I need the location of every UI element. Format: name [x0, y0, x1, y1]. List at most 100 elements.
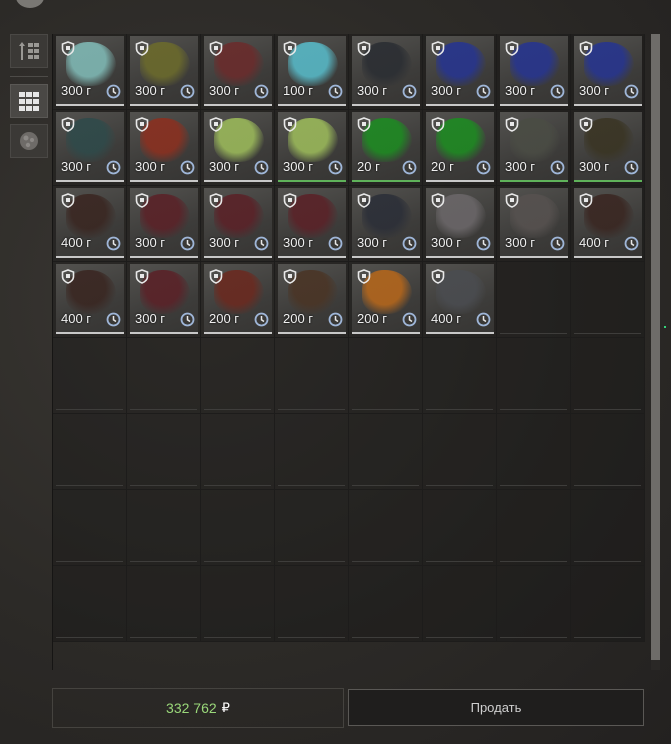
inventory-slot[interactable]	[571, 490, 645, 566]
inventory-item[interactable]: 20 г	[352, 112, 420, 182]
inventory-slot[interactable]	[349, 338, 423, 414]
grid-view-button[interactable]	[10, 84, 48, 118]
inventory-item[interactable]: 300 г	[130, 112, 198, 182]
inventory-slot[interactable]: 300 г	[275, 110, 349, 186]
inventory-item[interactable]: 400 г	[56, 188, 124, 258]
inventory-slot[interactable]: 300 г	[201, 34, 275, 110]
inventory-slot[interactable]: 400 г	[53, 186, 127, 262]
inventory-item[interactable]: 300 г	[574, 36, 642, 106]
inventory-slot[interactable]	[275, 566, 349, 642]
inventory-slot[interactable]	[349, 566, 423, 642]
inventory-item[interactable]: 200 г	[352, 264, 420, 334]
inventory-item[interactable]: 300 г	[204, 188, 272, 258]
sort-button[interactable]	[10, 34, 48, 68]
inventory-slot[interactable]: 300 г	[127, 262, 201, 338]
inventory-slot[interactable]	[571, 566, 645, 642]
inventory-slot[interactable]: 300 г	[497, 110, 571, 186]
inventory-item[interactable]: 400 г	[426, 264, 494, 334]
inventory-item[interactable]: 300 г	[130, 36, 198, 106]
inventory-item[interactable]: 300 г	[500, 188, 568, 258]
inventory-item[interactable]: 400 г	[574, 188, 642, 258]
inventory-slot[interactable]: 300 г	[275, 186, 349, 262]
user-avatar-icon[interactable]	[16, 0, 44, 8]
inventory-item[interactable]: 300 г	[204, 36, 272, 106]
inventory-slot[interactable]: 400 г	[423, 262, 497, 338]
inventory-slot[interactable]	[127, 490, 201, 566]
inventory-item[interactable]: 300 г	[500, 36, 568, 106]
inventory-slot[interactable]: 300 г	[349, 186, 423, 262]
inventory-slot[interactable]	[201, 566, 275, 642]
inventory-slot[interactable]	[423, 338, 497, 414]
inventory-slot[interactable]	[275, 490, 349, 566]
inventory-slot[interactable]	[201, 338, 275, 414]
inventory-slot[interactable]: 300 г	[201, 110, 275, 186]
inventory-slot[interactable]: 300 г	[571, 110, 645, 186]
inventory-item[interactable]: 300 г	[426, 188, 494, 258]
inventory-item[interactable]: 200 г	[278, 264, 346, 334]
inventory-item[interactable]: 300 г	[574, 112, 642, 182]
inventory-slot[interactable]	[423, 566, 497, 642]
inventory-item[interactable]: 400 г	[56, 264, 124, 334]
inventory-slot[interactable]: 300 г	[571, 34, 645, 110]
inventory-slot[interactable]: 300 г	[53, 34, 127, 110]
inventory-slot[interactable]: 20 г	[349, 110, 423, 186]
inventory-slot[interactable]: 300 г	[423, 34, 497, 110]
inventory-item[interactable]: 300 г	[352, 188, 420, 258]
inventory-item[interactable]: 300 г	[56, 36, 124, 106]
inventory-item[interactable]: 300 г	[130, 188, 198, 258]
inventory-slot[interactable]: 300 г	[423, 186, 497, 262]
inventory-slot[interactable]: 300 г	[127, 34, 201, 110]
inventory-item[interactable]: 100 г	[278, 36, 346, 106]
scrollbar[interactable]	[651, 34, 660, 670]
inventory-slot[interactable]: 300 г	[349, 34, 423, 110]
inventory-slot[interactable]	[571, 414, 645, 490]
inventory-slot[interactable]	[571, 262, 645, 338]
inventory-item[interactable]: 300 г	[56, 112, 124, 182]
inventory-slot[interactable]	[497, 566, 571, 642]
inventory-item[interactable]: 300 г	[500, 112, 568, 182]
inventory-slot[interactable]	[497, 338, 571, 414]
inventory-item[interactable]: 20 г	[426, 112, 494, 182]
inventory-slot[interactable]: 400 г	[53, 262, 127, 338]
inventory-slot[interactable]: 200 г	[275, 262, 349, 338]
inventory-slot[interactable]	[127, 566, 201, 642]
inventory-slot[interactable]	[497, 262, 571, 338]
inventory-slot[interactable]	[127, 338, 201, 414]
scrollbar-thumb[interactable]	[651, 34, 660, 660]
inventory-slot[interactable]	[53, 414, 127, 490]
inventory-item[interactable]: 200 г	[204, 264, 272, 334]
inventory-slot[interactable]	[201, 414, 275, 490]
inventory-item[interactable]: 300 г	[352, 36, 420, 106]
inventory-slot[interactable]	[127, 414, 201, 490]
inventory-slot[interactable]: 300 г	[201, 186, 275, 262]
inventory-slot[interactable]	[53, 566, 127, 642]
inventory-slot[interactable]: 300 г	[127, 110, 201, 186]
inventory-item[interactable]: 300 г	[130, 264, 198, 334]
inventory-slot[interactable]	[497, 490, 571, 566]
artifact-filter-button[interactable]	[10, 124, 48, 158]
inventory-item[interactable]: 300 г	[278, 112, 346, 182]
inventory-slot[interactable]	[571, 338, 645, 414]
inventory-slot[interactable]	[53, 338, 127, 414]
inventory-slot[interactable]: 200 г	[201, 262, 275, 338]
inventory-slot[interactable]	[201, 490, 275, 566]
inventory-slot[interactable]	[275, 414, 349, 490]
inventory-slot[interactable]: 200 г	[349, 262, 423, 338]
inventory-slot[interactable]	[423, 490, 497, 566]
inventory-slot[interactable]: 20 г	[423, 110, 497, 186]
inventory-slot[interactable]: 300 г	[53, 110, 127, 186]
inventory-slot[interactable]	[53, 490, 127, 566]
inventory-slot[interactable]	[349, 414, 423, 490]
inventory-slot[interactable]: 300 г	[497, 186, 571, 262]
sell-button[interactable]: Продать	[348, 689, 644, 726]
inventory-item[interactable]: 300 г	[278, 188, 346, 258]
inventory-slot[interactable]: 100 г	[275, 34, 349, 110]
inventory-item[interactable]: 300 г	[426, 36, 494, 106]
inventory-slot[interactable]	[275, 338, 349, 414]
inventory-slot[interactable]: 300 г	[127, 186, 201, 262]
inventory-slot[interactable]	[423, 414, 497, 490]
inventory-item[interactable]: 300 г	[204, 112, 272, 182]
inventory-slot[interactable]	[497, 414, 571, 490]
inventory-slot[interactable]	[349, 490, 423, 566]
inventory-slot[interactable]: 300 г	[497, 34, 571, 110]
